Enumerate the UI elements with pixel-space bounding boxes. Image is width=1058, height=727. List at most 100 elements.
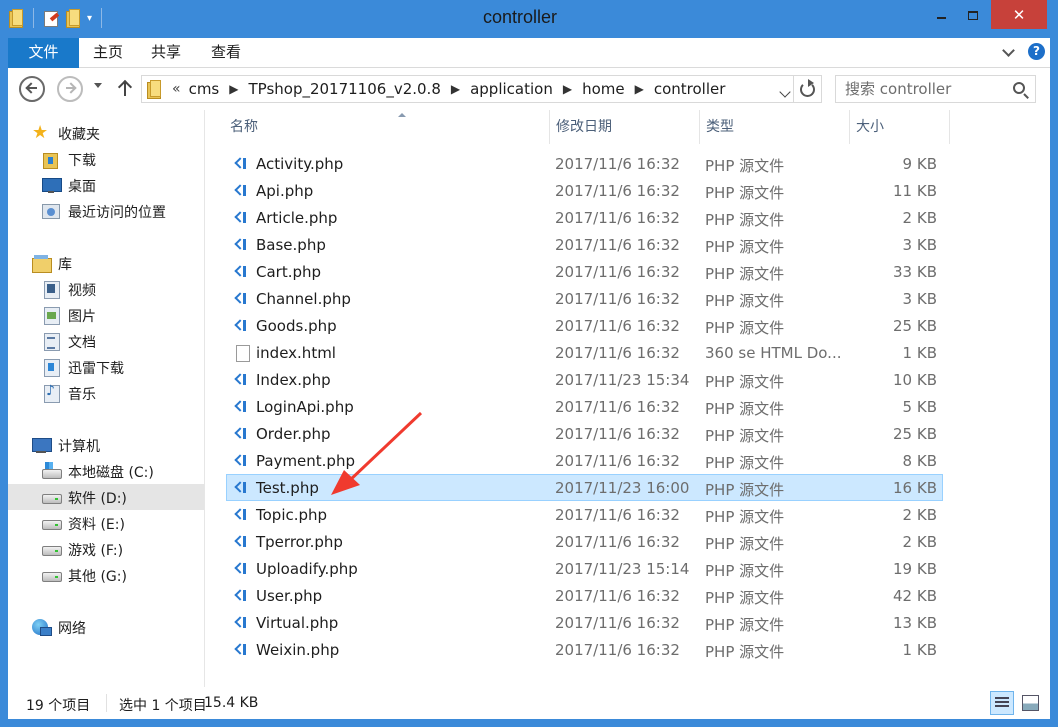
search-input[interactable] <box>836 76 1016 102</box>
tab-share[interactable]: 共享 <box>151 38 181 68</box>
details-view-button[interactable] <box>990 691 1014 715</box>
music-library-icon <box>42 383 60 403</box>
breadcrumb-item[interactable]: controller <box>654 80 726 98</box>
breadcrumb-item[interactable]: TPshop_20171106_v2.0.8 <box>249 80 441 98</box>
breadcrumb-overflow[interactable]: « <box>172 81 181 97</box>
breadcrumb-separator-icon[interactable]: ▶ <box>635 82 644 96</box>
help-icon[interactable]: ? <box>1028 43 1045 60</box>
recent-locations-dropdown-icon[interactable] <box>94 83 102 88</box>
large-icons-view-button[interactable] <box>1018 691 1042 715</box>
file-list[interactable]: 名称 修改日期 类型 大小 Activity.php 2017/11/6 16:3… <box>206 110 1050 687</box>
file-name: Api.php <box>256 182 314 200</box>
file-name: Tperror.php <box>256 533 343 551</box>
expand-ribbon-chevron-down-icon[interactable] <box>1002 46 1014 58</box>
breadcrumb-separator-icon[interactable]: ▶ <box>563 82 572 96</box>
nav-downloads[interactable]: 下载 <box>8 146 204 172</box>
address-history-chevron-down-icon[interactable] <box>779 86 791 98</box>
file-row[interactable]: Uploadify.php 2017/11/23 15:14 PHP 源文件 19 K… <box>226 555 943 582</box>
file-row[interactable]: Index.php 2017/11/23 15:34 PHP 源文件 10 KB <box>226 366 943 393</box>
file-size: 33 KB <box>893 263 937 281</box>
nav-music[interactable]: 音乐 <box>8 380 204 406</box>
up-arrow-icon[interactable] <box>118 79 132 97</box>
file-name: index.html <box>256 344 336 362</box>
column-header-label: 大小 <box>856 119 884 135</box>
nav-drive-f[interactable]: 游戏 (F:) <box>8 536 204 562</box>
file-date: 2017/11/6 16:32 <box>555 209 680 227</box>
nav-label: 图片 <box>68 309 96 325</box>
nav-drive-c[interactable]: 本地磁盘 (C:) <box>8 458 204 484</box>
file-row[interactable]: Cart.php 2017/11/6 16:32 PHP 源文件 33 KB <box>226 258 943 285</box>
file-date: 2017/11/6 16:32 <box>555 263 680 281</box>
file-row[interactable]: index.html 2017/11/6 16:32 360 se HTML Do.… <box>226 339 943 366</box>
nav-label: 视频 <box>68 283 96 299</box>
column-header-date[interactable]: 修改日期 <box>550 110 700 144</box>
file-row[interactable]: Payment.php 2017/11/6 16:32 PHP 源文件 8 KB <box>226 447 943 474</box>
file-row[interactable]: Weixin.php 2017/11/6 16:32 PHP 源文件 1 KB <box>226 636 943 663</box>
maximize-button[interactable] <box>958 0 988 30</box>
file-date: 2017/11/6 16:32 <box>555 236 680 254</box>
file-row[interactable]: Article.php 2017/11/6 16:32 PHP 源文件 2 KB <box>226 204 943 231</box>
nav-desktop[interactable]: 桌面 <box>8 172 204 198</box>
file-size: 1 KB <box>902 344 937 362</box>
nav-label: 下载 <box>68 153 96 169</box>
file-type: PHP 源文件 <box>705 184 785 202</box>
nav-drive-d[interactable]: 软件 (D:) <box>8 484 204 510</box>
tab-view[interactable]: 查看 <box>211 38 241 68</box>
minimize-button[interactable] <box>926 0 956 30</box>
tab-home[interactable]: 主页 <box>93 38 123 68</box>
file-row[interactable]: Goods.php 2017/11/6 16:32 PHP 源文件 25 KB <box>226 312 943 339</box>
file-row[interactable]: Test.php 2017/11/23 16:00 PHP 源文件 16 KB <box>226 474 943 501</box>
refresh-button[interactable] <box>794 75 822 103</box>
vscode-icon <box>236 644 248 656</box>
computer-icon <box>32 436 52 454</box>
column-header-size[interactable]: 大小 <box>850 110 950 144</box>
file-row[interactable]: Channel.php 2017/11/6 16:32 PHP 源文件 3 KB <box>226 285 943 312</box>
vscode-icon <box>236 239 248 251</box>
breadcrumb-item[interactable]: home <box>582 80 625 98</box>
file-row[interactable]: Activity.php 2017/11/6 16:32 PHP 源文件 9 KB <box>226 150 943 177</box>
nav-documents[interactable]: 文档 <box>8 328 204 354</box>
nav-pictures[interactable]: 图片 <box>8 302 204 328</box>
nav-libraries[interactable]: 库 <box>8 250 204 276</box>
breadcrumb-item[interactable]: cms <box>189 80 220 98</box>
navigation-pane[interactable]: ★ 收藏夹 下载 桌面 最近访问的位置 库 视频 图片 文档 迅雷下载 ♪ 音乐… <box>8 110 205 687</box>
address-bar[interactable]: « cms ▶ TPshop_20171106_v2.0.8 ▶ applica… <box>141 75 794 103</box>
file-row[interactable]: Tperror.php 2017/11/6 16:32 PHP 源文件 2 KB <box>226 528 943 555</box>
breadcrumb-separator-icon[interactable]: ▶ <box>451 82 460 96</box>
nav-favorites[interactable]: ★ 收藏夹 <box>8 120 204 146</box>
breadcrumb-separator-icon[interactable]: ▶ <box>229 82 238 96</box>
window-title: controller <box>482 7 558 27</box>
vscode-icon <box>236 563 248 575</box>
file-row[interactable]: LoginApi.php 2017/11/6 16:32 PHP 源文件 5 KB <box>226 393 943 420</box>
tab-file[interactable]: 文件 <box>8 38 79 68</box>
nav-label: 其他 (G:) <box>68 569 127 585</box>
nav-label: 收藏夹 <box>58 127 100 143</box>
search-icon[interactable] <box>1013 82 1025 94</box>
back-button[interactable] <box>19 76 45 102</box>
nav-videos[interactable]: 视频 <box>8 276 204 302</box>
file-row[interactable]: Api.php 2017/11/6 16:32 PHP 源文件 11 KB <box>226 177 943 204</box>
folder-icon <box>146 80 162 99</box>
file-row[interactable]: Virtual.php 2017/11/6 16:32 PHP 源文件 13 KB <box>226 609 943 636</box>
thunder-download-library-icon <box>42 358 60 377</box>
breadcrumb-item[interactable]: application <box>470 80 553 98</box>
file-row[interactable]: Base.php 2017/11/6 16:32 PHP 源文件 3 KB <box>226 231 943 258</box>
column-header-type[interactable]: 类型 <box>700 110 850 144</box>
vscode-icon <box>236 266 248 278</box>
file-row[interactable]: Topic.php 2017/11/6 16:32 PHP 源文件 2 KB <box>226 501 943 528</box>
close-button[interactable]: ✕ <box>991 0 1047 29</box>
file-size: 25 KB <box>893 317 937 335</box>
file-row[interactable]: Order.php 2017/11/6 16:32 PHP 源文件 25 KB <box>226 420 943 447</box>
nav-drive-e[interactable]: 资料 (E:) <box>8 510 204 536</box>
title-bar[interactable]: ▾ controller ✕ <box>0 0 1058 38</box>
forward-button[interactable] <box>57 76 83 102</box>
nav-drive-g[interactable]: 其他 (G:) <box>8 562 204 588</box>
nav-computer[interactable]: 计算机 <box>8 432 204 458</box>
column-header-name[interactable]: 名称 <box>224 110 550 144</box>
nav-recent-places[interactable]: 最近访问的位置 <box>8 198 204 224</box>
nav-network[interactable]: 网络 <box>8 614 204 640</box>
libraries-icon <box>32 254 52 273</box>
search-box[interactable] <box>835 75 1036 103</box>
file-row[interactable]: User.php 2017/11/6 16:32 PHP 源文件 42 KB <box>226 582 943 609</box>
nav-thunder-downloads[interactable]: 迅雷下载 <box>8 354 204 380</box>
